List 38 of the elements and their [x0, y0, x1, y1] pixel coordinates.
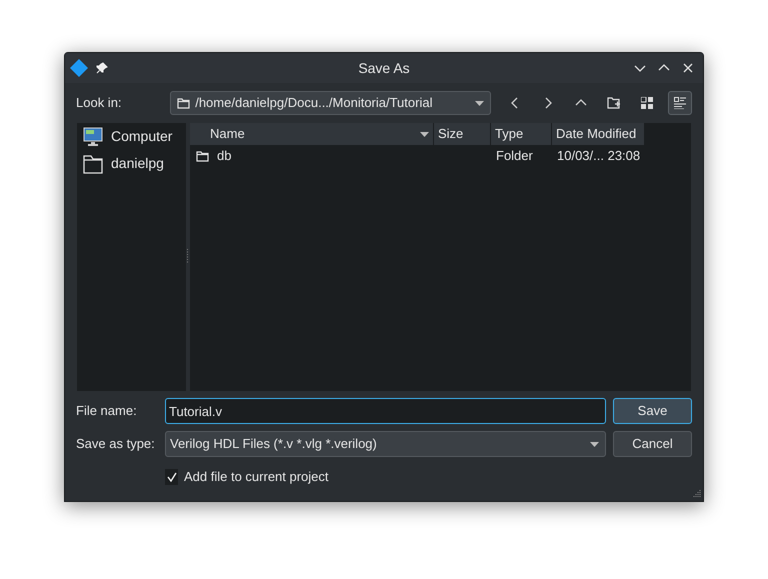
- file-type: Folder: [496, 148, 533, 164]
- dropdown-caret-icon: [475, 100, 484, 106]
- file-row[interactable]: db Folder 10/03/... 23:08: [190, 145, 691, 167]
- file-name-label: File name:: [76, 402, 138, 420]
- look-in-dropdown[interactable]: /home/danielpg/Docu.../Monitoria/Tutorial: [170, 91, 491, 115]
- monitor-icon: [83, 126, 103, 146]
- save-as-type-label: Save as type:: [76, 435, 156, 454]
- file-type-value: Verilog HDL Files (*.v *.vlg *.verilog): [170, 435, 377, 454]
- view-mode-button[interactable]: [668, 91, 692, 115]
- file-type-dropdown[interactable]: Verilog HDL Files (*.v *.vlg *.verilog): [165, 431, 606, 457]
- pin-icon: [96, 62, 108, 74]
- column-header[interactable]: Name: [190, 123, 434, 145]
- column-header[interactable]: Date Modified: [552, 123, 645, 145]
- grid-icon: [641, 97, 653, 109]
- app-logo-icon: [70, 59, 88, 77]
- folder-icon: [196, 150, 209, 162]
- folder-icon: [83, 154, 103, 174]
- path-text: /home/danielpg/Docu.../Monitoria/Tutorial: [195, 94, 432, 112]
- column-header[interactable]: Type: [491, 123, 552, 145]
- dropdown-caret-icon: [590, 442, 599, 446]
- detail-list-icon: [674, 97, 686, 109]
- window-title: Save As: [358, 58, 410, 78]
- cancel-button[interactable]: Cancel: [613, 431, 692, 457]
- sidebar-item[interactable]: Computer: [79, 123, 184, 150]
- resize-grip-icon[interactable]: [691, 489, 701, 499]
- splitter-handle-icon[interactable]: [186, 248, 189, 264]
- file-date: 10/03/... 23:08: [557, 148, 640, 164]
- sidebar-item[interactable]: danielpg: [79, 150, 184, 177]
- save-button[interactable]: Save: [613, 398, 692, 424]
- look-in-label: Look in:: [76, 94, 123, 112]
- file-name: db: [217, 147, 232, 166]
- folder-icon: [177, 97, 190, 109]
- column-header[interactable]: Size: [434, 123, 491, 145]
- checkbox[interactable]: [165, 469, 178, 485]
- close-icon[interactable]: [681, 61, 695, 75]
- file-name-field[interactable]: Tutorial.v: [165, 398, 606, 424]
- sort-caret-icon: [420, 132, 429, 136]
- checkbox-label: Add file to current project: [184, 468, 329, 486]
